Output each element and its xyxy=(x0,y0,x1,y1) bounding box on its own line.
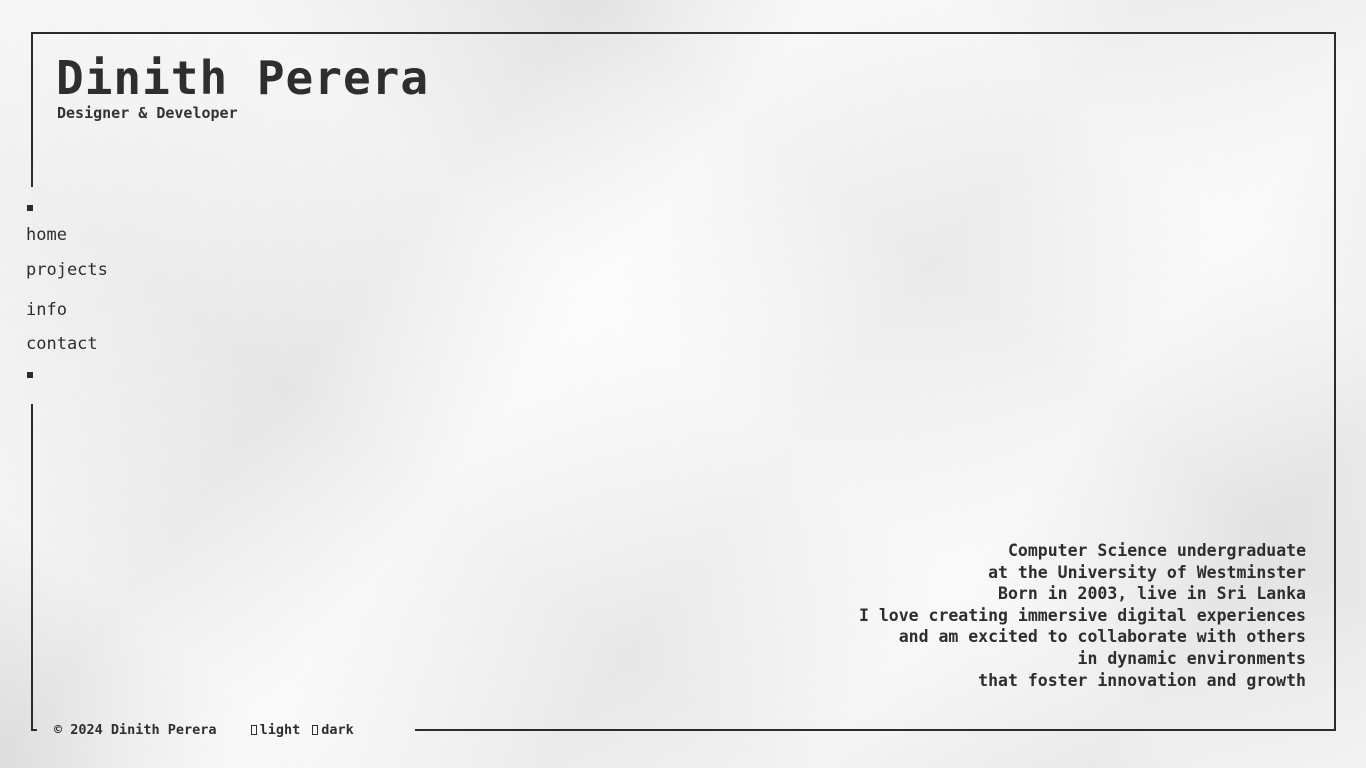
footer: © 2024 Dinith Perera light dark xyxy=(40,720,392,740)
frame-top-border xyxy=(31,32,1336,34)
theme-light-button[interactable]: light xyxy=(250,722,301,738)
frame-bottom-border-right xyxy=(415,729,1336,731)
nav-link-info[interactable]: info xyxy=(26,300,67,320)
about-line: in dynamic environments xyxy=(1077,648,1306,668)
box-icon xyxy=(312,725,319,735)
box-icon xyxy=(250,725,257,735)
about-text: Computer Science undergraduate at the Un… xyxy=(859,540,1306,691)
theme-dark-label: dark xyxy=(321,722,354,738)
theme-toggle: light dark xyxy=(250,722,392,738)
theme-light-label: light xyxy=(259,722,301,738)
about-line: Computer Science undergraduate xyxy=(1007,541,1306,560)
theme-dark-button[interactable]: dark xyxy=(312,722,354,738)
about-line: Born in 2003, live in Sri Lanka xyxy=(998,584,1306,604)
frame-left-border-upper xyxy=(31,32,33,187)
about-line: at the University of Westminster xyxy=(988,562,1306,582)
frame-left-border-lower xyxy=(31,404,33,731)
nav-link-home[interactable]: home xyxy=(26,225,67,245)
site-subtitle: Designer & Developer xyxy=(57,104,238,122)
frame-right-border xyxy=(1334,32,1336,731)
about-line: I love creating immersive digital experi… xyxy=(858,605,1306,625)
nav-link-projects[interactable]: projects xyxy=(26,260,108,280)
copyright-text: © 2024 Dinith Perera xyxy=(54,722,217,738)
about-line: and am excited to collaborate with other… xyxy=(898,627,1306,647)
site-title: Dinith Perera xyxy=(56,51,430,105)
frame-bottom-border-left xyxy=(31,729,37,731)
nav-bottom-marker xyxy=(27,372,33,378)
nav-link-contact[interactable]: contact xyxy=(26,334,98,354)
about-line: that foster innovation and growth xyxy=(978,670,1306,690)
nav-top-marker xyxy=(27,205,33,211)
